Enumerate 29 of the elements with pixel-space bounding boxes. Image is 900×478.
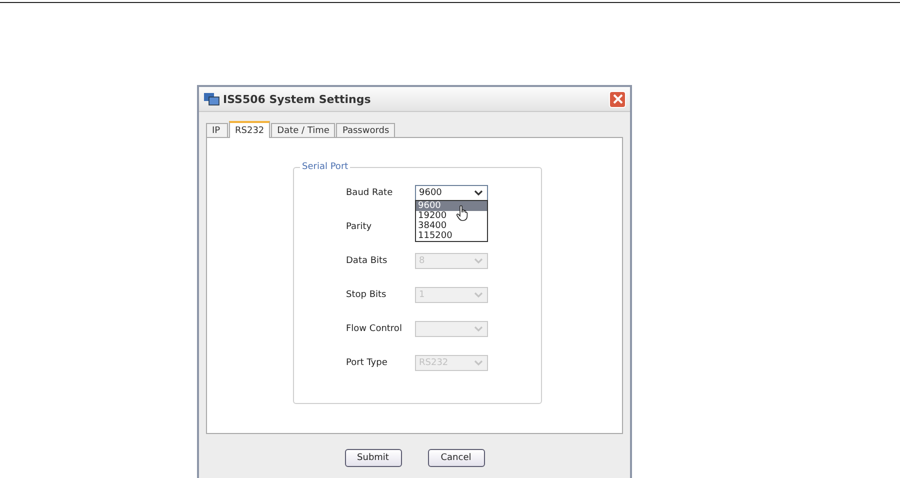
dialog-button[interactable]: Cancel [428,449,484,467]
dropdown-value: 9600 [419,188,443,198]
chevron-down-icon [474,258,483,264]
field-label: Parity [346,222,373,232]
tab[interactable]: Passwords [336,123,396,137]
computer-icon [204,92,220,106]
dropdown[interactable]: 9600 [415,185,488,201]
close-icon [612,94,622,104]
chevron-down-icon [474,190,483,196]
field-label: Data Bits [346,256,388,266]
group-title: Serial Port [300,162,350,172]
tab[interactable]: IP [206,123,228,137]
field-label: Stop Bits [346,290,388,300]
chevron-down-icon [474,360,483,366]
window-title: ISS506 System Settings [223,92,372,106]
field-label: Port Type [346,358,388,368]
chevron-down-icon [474,292,483,298]
dropdown-option[interactable]: 9600 [416,201,487,211]
tab[interactable]: RS232 [229,121,270,138]
hand-cursor-icon [456,205,468,221]
dialog-button[interactable]: Submit [344,449,402,467]
dropdown-option[interactable]: 38400 [416,221,454,231]
dropdown-option[interactable]: 115200 [416,231,454,241]
tab[interactable]: Date / Time [271,123,336,137]
field-label: Flow Control [346,324,403,334]
close-button[interactable] [609,90,626,108]
field-label: Baud Rate [346,188,394,198]
dropdown-option[interactable]: 19200 [416,211,454,221]
chevron-down-icon [474,326,483,332]
